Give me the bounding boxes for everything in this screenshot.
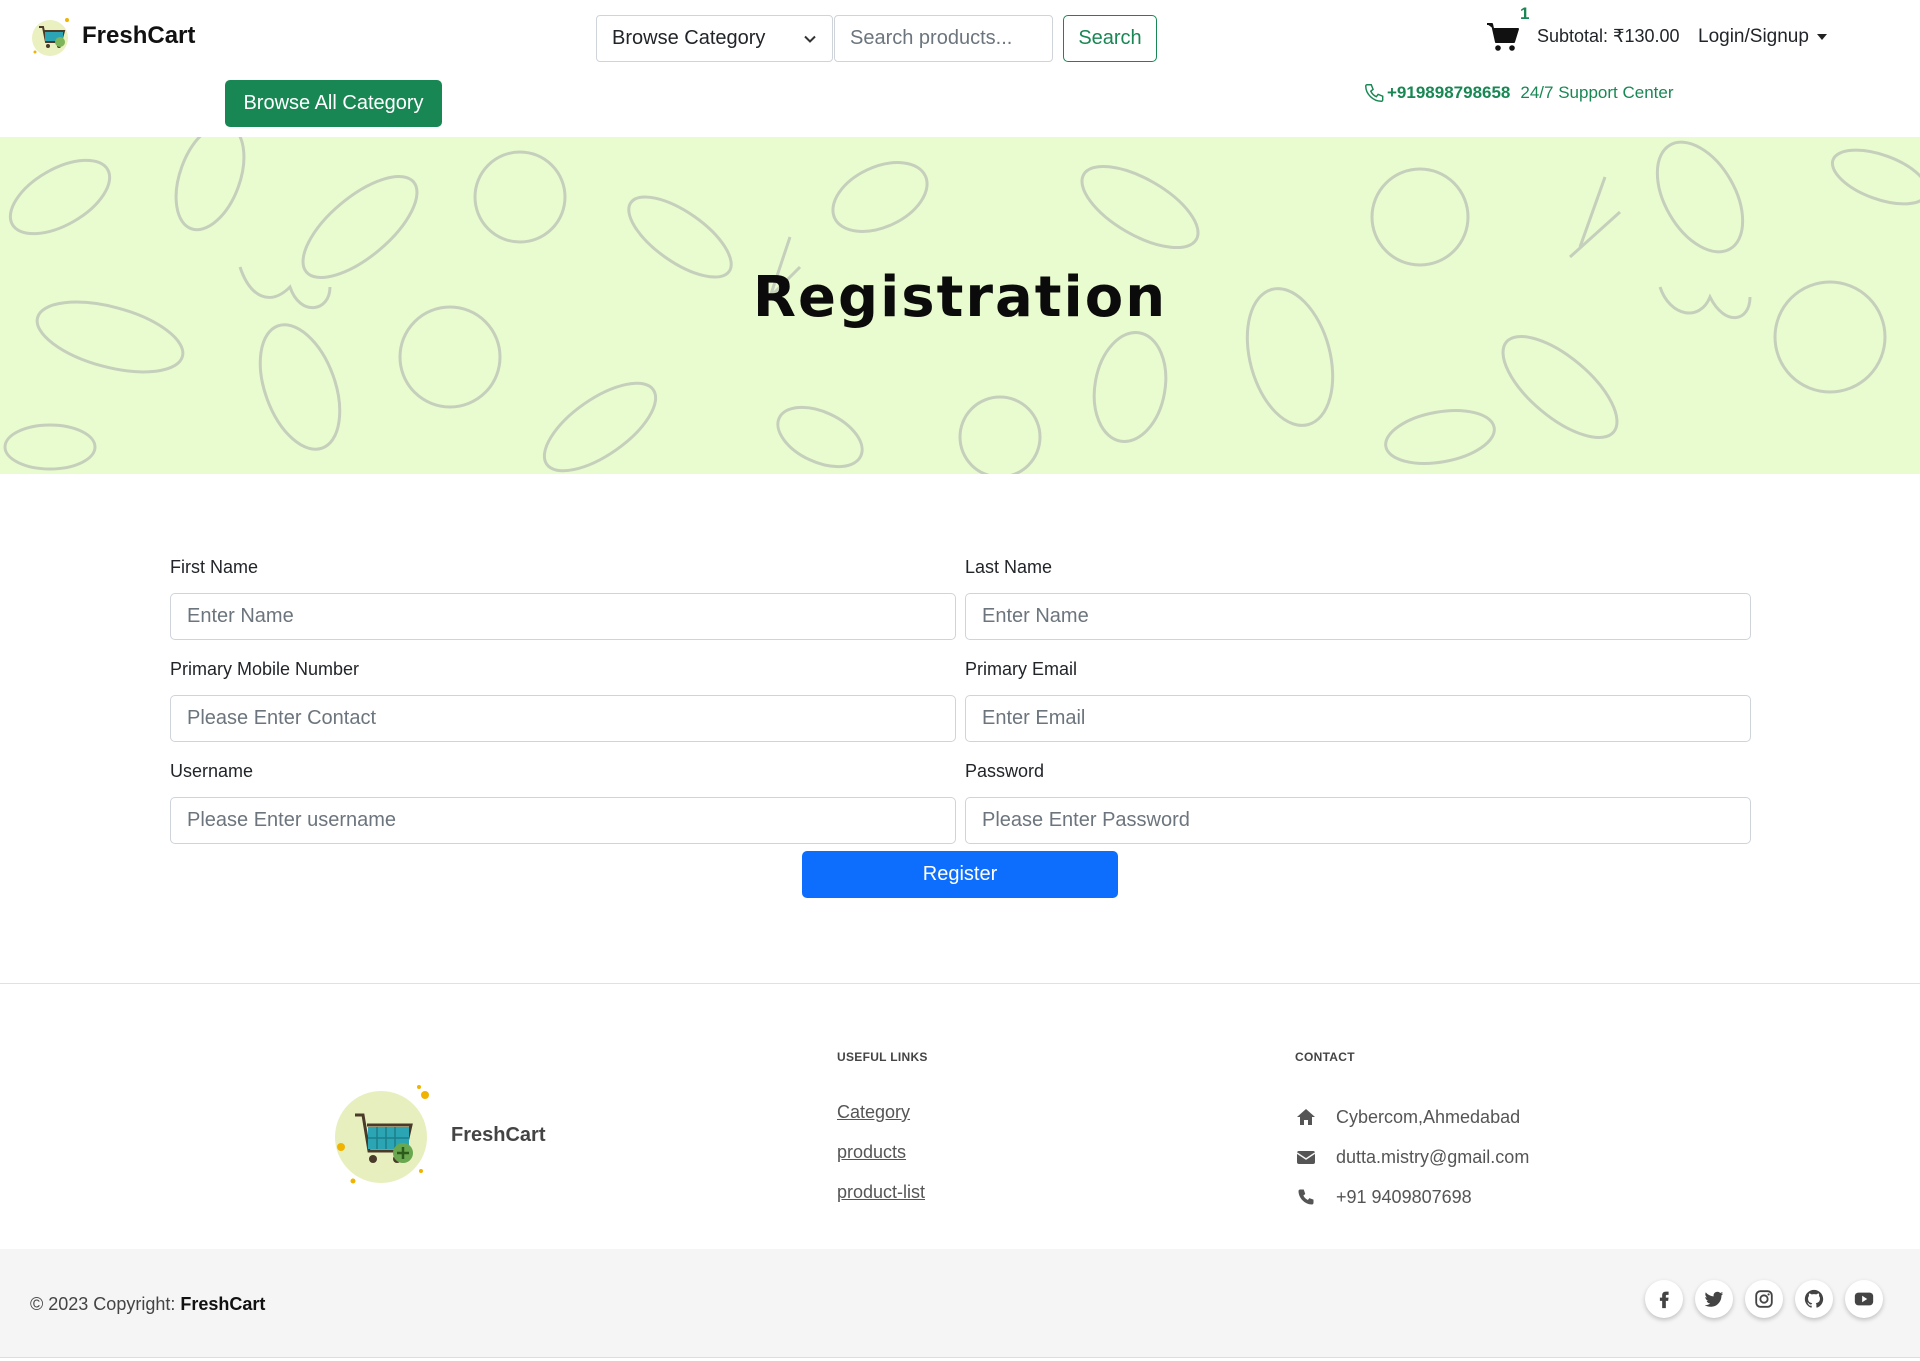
contact-email-text: dutta.mistry@gmail.com: [1336, 1147, 1530, 1167]
password-group: Password: [965, 759, 1751, 844]
browse-all-category-button[interactable]: Browse All Category: [225, 80, 442, 127]
email-label: Primary Email: [965, 659, 1078, 679]
first-name-label: First Name: [170, 557, 259, 577]
github-icon[interactable]: [1795, 1280, 1833, 1318]
login-label: Login/Signup: [1698, 26, 1809, 47]
footer-link-category[interactable]: Category: [837, 1097, 925, 1137]
envelope-icon: [1295, 1146, 1317, 1168]
youtube-icon[interactable]: [1845, 1280, 1883, 1318]
password-label: Password: [965, 761, 1045, 781]
username-label: Username: [170, 761, 254, 781]
caret-down-icon: [1816, 34, 1827, 40]
search-button[interactable]: Search: [1063, 15, 1157, 62]
contact-phone-text: +91 9409807698: [1336, 1187, 1472, 1207]
instagram-icon[interactable]: [1745, 1280, 1783, 1318]
support-info: +919898798658 24/7 Support Center: [1363, 82, 1674, 104]
footer-link-product-list[interactable]: product-list: [837, 1177, 925, 1217]
footer-divider: [0, 983, 1920, 984]
contact-title: CONTACT: [1295, 1050, 1355, 1064]
search-input[interactable]: [834, 15, 1053, 62]
first-name-input[interactable]: [170, 593, 956, 640]
contact-address-text: Cybercom,Ahmedabad: [1336, 1107, 1521, 1127]
mobile-input[interactable]: [170, 695, 956, 742]
cart-count-badge: 1: [1520, 4, 1530, 23]
username-group: Username: [170, 759, 956, 844]
footer-brand: FreshCart: [333, 1085, 545, 1185]
page-banner: Registration: [0, 137, 1920, 474]
contact-address: Cybercom,Ahmedabad: [1295, 1097, 1529, 1137]
copyright-prefix: © 2023 Copyright:: [30, 1294, 181, 1314]
login-dropdown[interactable]: Login/Signup: [1698, 26, 1827, 48]
cart-icon[interactable]: [1486, 20, 1520, 54]
cart-subtotal: Subtotal: ₹130.00: [1537, 26, 1680, 46]
logo[interactable]: FreshCart: [30, 14, 195, 58]
category-select-value: Browse Category: [612, 27, 766, 49]
chevron-down-icon: [804, 35, 816, 43]
category-select[interactable]: Browse Category: [596, 15, 833, 62]
useful-links-title: USEFUL LINKS: [837, 1050, 928, 1064]
contact-email: dutta.mistry@gmail.com: [1295, 1137, 1529, 1177]
support-phone[interactable]: +919898798658: [1387, 83, 1510, 103]
support-text: 24/7 Support Center: [1520, 83, 1674, 102]
last-name-input[interactable]: [965, 593, 1751, 640]
contact-phone: +91 9409807698: [1295, 1177, 1529, 1217]
phone-icon: [1295, 1186, 1317, 1208]
last-name-label: Last Name: [965, 557, 1053, 577]
mobile-label: Primary Mobile Number: [170, 659, 360, 679]
register-button[interactable]: Register: [802, 851, 1118, 898]
home-icon: [1295, 1106, 1317, 1128]
contact-list: Cybercom,Ahmedabad dutta.mistry@gmail.co…: [1295, 1097, 1529, 1217]
first-name-group: First Name: [170, 555, 956, 640]
last-name-group: Last Name: [965, 555, 1751, 640]
page-title: Registration: [752, 265, 1168, 330]
email-input[interactable]: [965, 695, 1751, 742]
phone-icon: [1365, 84, 1384, 102]
username-input[interactable]: [170, 797, 956, 844]
cart-logo-icon: [32, 18, 69, 56]
site-header: FreshCart Browse Category Search 1 Subto…: [0, 0, 1920, 137]
logo-text: FreshCart: [82, 22, 196, 49]
copyright-brand[interactable]: FreshCart: [180, 1294, 265, 1314]
mobile-group: Primary Mobile Number: [170, 657, 956, 742]
footer-brand-text: FreshCart: [451, 1123, 546, 1146]
cart-logo-icon: [335, 1085, 429, 1184]
useful-links-list: Category products product-list: [837, 1097, 925, 1217]
copyright: © 2023 Copyright: FreshCart: [30, 1294, 265, 1315]
twitter-icon[interactable]: [1695, 1280, 1733, 1318]
copyright-bar: © 2023 Copyright: FreshCart: [0, 1249, 1920, 1358]
footer-link-products[interactable]: products: [837, 1137, 925, 1177]
password-input[interactable]: [965, 797, 1751, 844]
email-group: Primary Email: [965, 657, 1751, 742]
social-links: [1645, 1280, 1883, 1318]
facebook-icon[interactable]: [1645, 1280, 1683, 1318]
